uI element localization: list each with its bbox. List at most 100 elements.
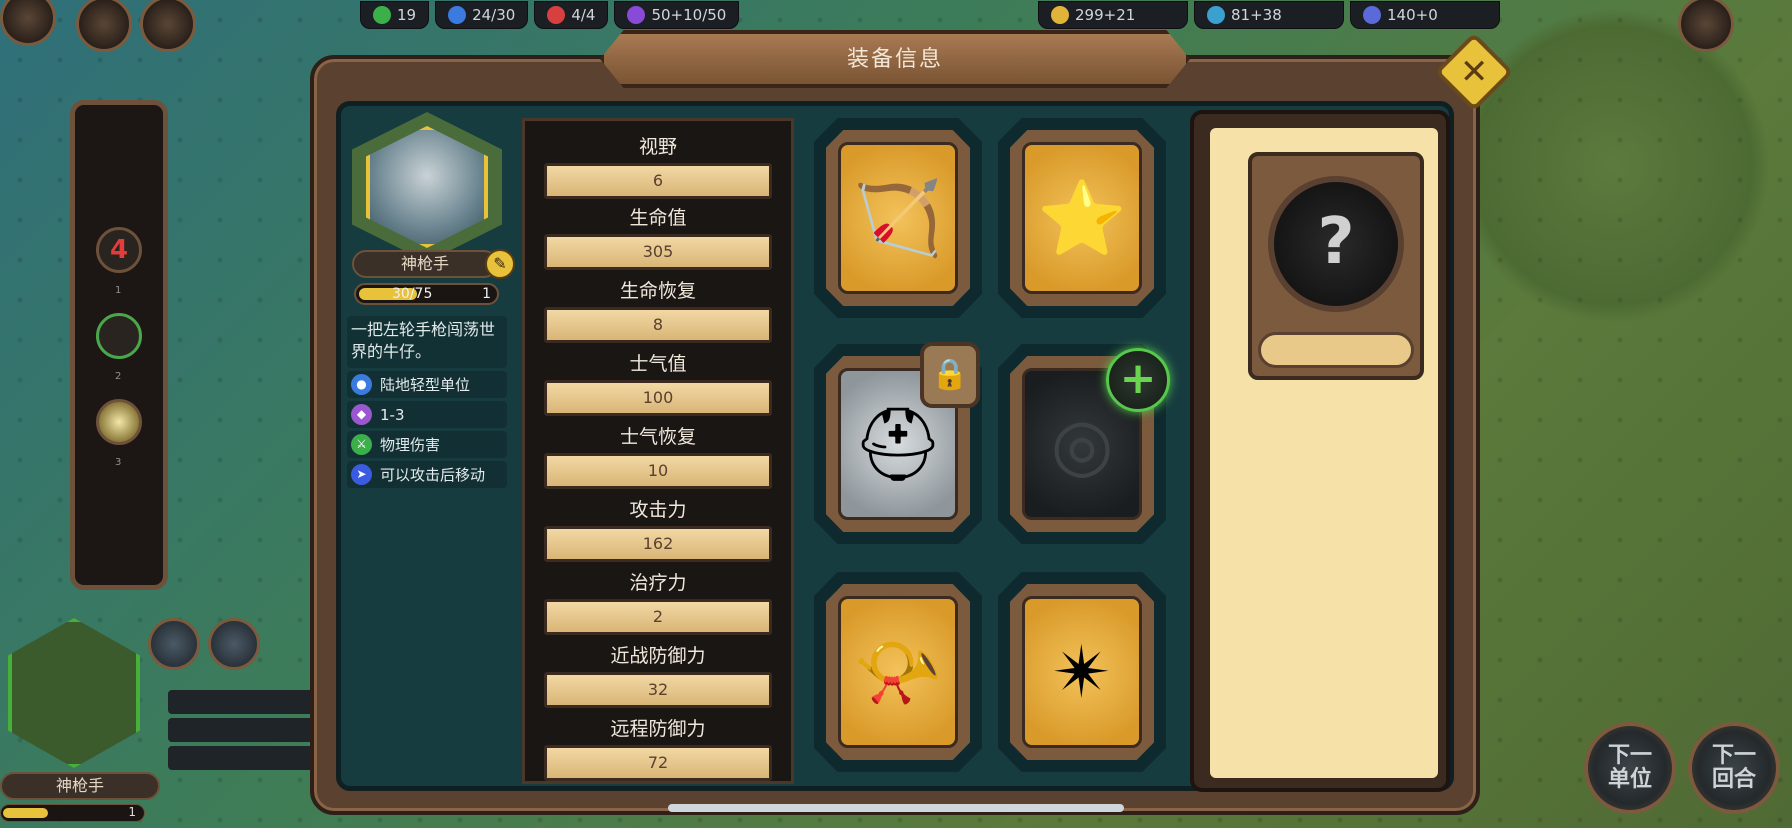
stat-value: 100 — [544, 380, 772, 416]
stat-label: 士气恢复 — [619, 426, 696, 448]
magic-icon — [627, 6, 646, 24]
stat-value: 2 — [544, 599, 772, 635]
trait-label: 1-3 — [380, 405, 405, 424]
trait-row — [168, 746, 318, 770]
trait-row — [168, 690, 318, 714]
crystal-icon: ✴ — [1022, 596, 1142, 748]
land-unit-icon: ● — [351, 374, 372, 395]
resource-unit-capacity: 24/30 — [435, 1, 529, 29]
resource-science: 140+0 — [1350, 1, 1500, 29]
hero-icon — [547, 6, 566, 24]
stat-melee-defense: 近战防御力 32 — [525, 632, 791, 708]
item-detail-panel: ? — [1190, 110, 1450, 792]
pencil-icon: ✎ — [493, 254, 507, 273]
book-icon — [1207, 6, 1225, 24]
trait-move-after-attack: ➤ 可以攻击后移动 — [347, 461, 507, 488]
equip-slot-weapon[interactable]: 🏹 — [814, 118, 982, 318]
item-name-scroll — [1258, 332, 1414, 368]
next-turn-label: 下一回合 — [1711, 743, 1756, 792]
queue-slot-number: 1 — [115, 285, 122, 296]
stat-healing: 治疗力 2 — [525, 559, 791, 635]
stat-label: 近战防御力 — [610, 645, 706, 667]
resource-value: 140+0 — [1387, 6, 1438, 24]
unit-capacity-icon — [448, 6, 467, 24]
stat-value: 72 — [544, 745, 772, 781]
resource-gold: 299+21 — [1038, 1, 1188, 29]
selected-unit-name: 神枪手 — [0, 772, 160, 800]
queue-slot-3[interactable] — [96, 399, 142, 445]
close-icon: ✕ — [1459, 52, 1489, 92]
trait-land-unit: ● 陆地轻型单位 — [347, 371, 507, 398]
unit-queue-panel: 4 1 2 3 — [70, 100, 168, 590]
equip-slot-staff[interactable]: ⭐ — [998, 118, 1166, 318]
stat-attack: 攻击力 162 — [525, 486, 791, 562]
modal-scroll-indicator[interactable] — [668, 804, 1124, 812]
stat-label: 治疗力 — [629, 572, 687, 594]
queue-slot-1[interactable]: 4 — [96, 227, 142, 273]
stat-label: 生命恢复 — [619, 280, 696, 302]
physical-damage-icon: ⚔ — [351, 434, 372, 455]
next-turn-button[interactable]: 下一回合 — [1688, 722, 1780, 814]
next-unit-label: 下一单位 — [1607, 743, 1652, 792]
unit-description: 一把左轮手枪闯荡世界的牛仔。 — [347, 316, 507, 368]
trait-label: 陆地轻型单位 — [380, 376, 471, 394]
item-preview-frame: ? — [1248, 152, 1424, 380]
unit-exp-bar: 30/75 1 — [354, 283, 499, 305]
plus-icon: + — [1119, 353, 1157, 404]
resource-value: 19 — [397, 6, 417, 24]
add-equipment-button[interactable]: + — [1106, 348, 1170, 412]
equip-slot-horn[interactable]: 📯 — [814, 572, 982, 772]
science-icon — [1363, 6, 1381, 24]
resource-population: 19 — [360, 1, 430, 29]
selected-unit-exp-bar: 1 — [0, 804, 145, 822]
stat-label: 视野 — [638, 136, 677, 158]
unknown-item-icon: ? — [1268, 176, 1404, 312]
stat-ranged-defense: 远程防御力 72 — [525, 705, 791, 781]
resource-value: 24/30 — [472, 6, 516, 24]
codex-book-icon[interactable] — [208, 618, 260, 670]
bottom-action-icons — [148, 618, 260, 670]
trait-row — [168, 718, 318, 742]
equip-slot-crystal[interactable]: ✴ — [998, 572, 1166, 772]
resource-hero: 4/4 — [534, 1, 609, 29]
resource-value: 81+38 — [1231, 6, 1282, 24]
unit-level: 1 — [482, 286, 491, 302]
trait-label: 可以攻击后移动 — [380, 466, 486, 484]
stat-value: 162 — [544, 526, 772, 562]
upgrade-icon[interactable] — [148, 618, 200, 670]
stat-label: 士气值 — [629, 353, 687, 375]
rename-button[interactable]: ✎ — [485, 249, 515, 279]
stat-label: 生命值 — [629, 207, 687, 229]
queue-slot-2[interactable] — [96, 313, 142, 359]
stats-panel: 视野 6 生命值 305 生命恢复 8 士气值 100 士气恢复 10 攻击力 … — [522, 118, 794, 784]
stat-hp-regen: 生命恢复 8 — [525, 267, 791, 343]
stat-label: 远程防御力 — [610, 718, 706, 740]
stat-hp: 生命值 305 — [525, 194, 791, 270]
exp-text: 30/75 — [392, 286, 433, 302]
modal-title: 装备信息 — [600, 30, 1190, 88]
queue-slot-number: 3 — [115, 457, 122, 468]
unit-name: 神枪手 — [352, 250, 498, 278]
next-unit-button[interactable]: 下一单位 — [1584, 722, 1676, 814]
stat-vision: 视野 6 — [525, 121, 791, 199]
stat-value: 8 — [544, 307, 772, 343]
gunslinger-avatar — [366, 126, 488, 248]
star-staff-icon: ⭐ — [1022, 142, 1142, 294]
resource-magic: 50+10/50 — [614, 1, 740, 29]
lock-icon: 🔒 — [920, 342, 980, 408]
queue-slot-value: 4 — [109, 235, 129, 265]
detail-parchment: ? — [1210, 128, 1438, 778]
stat-value: 305 — [544, 234, 772, 270]
move-after-attack-icon: ➤ — [351, 464, 372, 485]
stat-value: 32 — [544, 672, 772, 708]
resource-value: 50+10/50 — [651, 6, 727, 24]
stat-value: 10 — [544, 453, 772, 489]
gold-icon — [1051, 6, 1069, 24]
resource-book: 81+38 — [1194, 1, 1344, 29]
resource-value: 299+21 — [1075, 6, 1136, 24]
selected-unit-level: 1 — [128, 805, 136, 819]
stat-label: 攻击力 — [629, 499, 687, 521]
bow-icon: 🏹 — [838, 142, 958, 294]
trait-physical-damage: ⚔ 物理伤害 — [347, 431, 507, 458]
range-icon: ◆ — [351, 404, 372, 425]
